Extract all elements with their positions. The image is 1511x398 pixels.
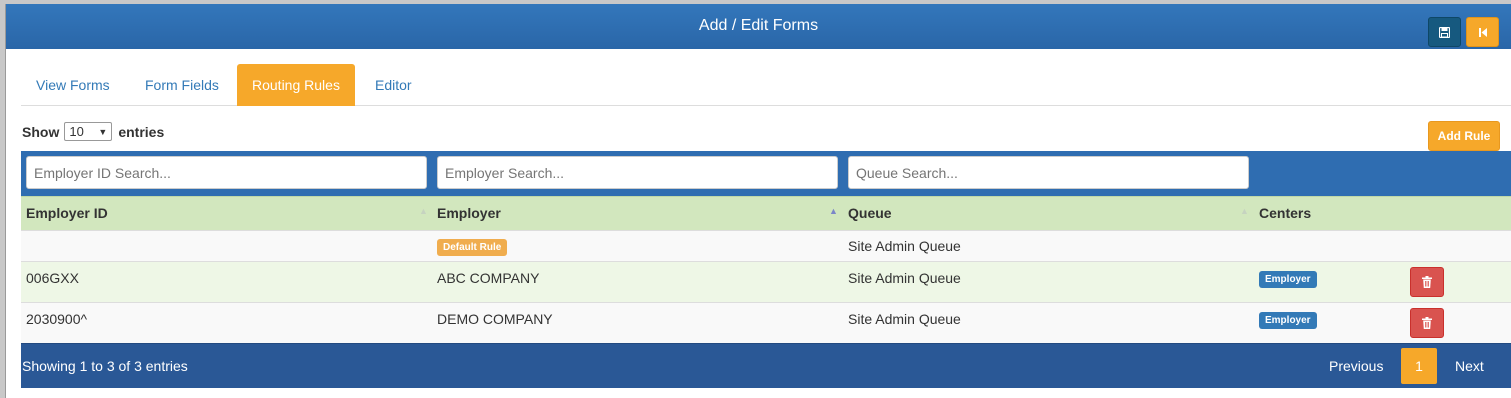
entries-select-value: 10	[69, 124, 84, 139]
queue-search-input[interactable]	[848, 156, 1249, 189]
table-info: Showing 1 to 3 of 3 entries	[22, 358, 188, 374]
delete-rule-button[interactable]	[1410, 308, 1444, 338]
entries-label: entries	[118, 123, 165, 140]
table-footer: Showing 1 to 3 of 3 entries Previous 1 N…	[21, 343, 1511, 388]
default-rule-badge: Default Rule	[437, 239, 508, 256]
panel-header: Add / Edit Forms	[6, 4, 1511, 49]
sort-icon: ▲	[1240, 206, 1249, 216]
employer-search-input[interactable]	[437, 156, 838, 189]
previous-page-link[interactable]: Previous	[1329, 358, 1383, 374]
entries-select[interactable]: 10 ▼	[64, 122, 113, 141]
column-header-employer[interactable]: Employer	[437, 197, 501, 231]
tab-routing-rules[interactable]: Routing Rules	[237, 64, 355, 106]
length-control: Show 10 ▼ entries	[22, 122, 164, 141]
trash-icon	[1422, 317, 1432, 329]
employer-cell: DEMO COMPANY	[437, 311, 553, 327]
tab-view-forms[interactable]: View Forms	[21, 64, 125, 106]
column-header-centers[interactable]: Centers	[1259, 197, 1311, 231]
table-header: Employer ID ▲ Employer ▲ Queue ▲ Centers	[21, 196, 1511, 230]
tab-bar: View Forms Form Fields Routing Rules Edi…	[21, 64, 1511, 106]
sort-icon: ▲	[419, 206, 428, 216]
trash-icon	[1422, 276, 1432, 288]
table-row[interactable]: 2030900^ DEMO COMPANY Site Admin Queue E…	[21, 302, 1511, 343]
column-header-queue[interactable]: Queue	[848, 197, 892, 231]
tab-editor[interactable]: Editor	[360, 64, 427, 106]
delete-rule-button[interactable]	[1410, 267, 1444, 297]
next-page-link[interactable]: Next	[1455, 358, 1484, 374]
center-badge: Employer	[1259, 271, 1317, 288]
table-row[interactable]: Default Rule Site Admin Queue	[21, 230, 1511, 261]
save-icon	[1439, 26, 1450, 38]
employer-id-cell: 006GXX	[26, 270, 79, 286]
sort-asc-icon: ▲	[829, 206, 838, 216]
employer-cell: ABC COMPANY	[437, 270, 540, 286]
queue-cell: Site Admin Queue	[848, 238, 961, 254]
back-button[interactable]	[1466, 17, 1499, 47]
page-title: Add / Edit Forms	[698, 17, 819, 34]
center-badge: Employer	[1259, 312, 1317, 329]
tab-form-fields[interactable]: Form Fields	[130, 64, 234, 106]
show-label: Show	[22, 123, 60, 140]
employer-id-search-input[interactable]	[26, 156, 427, 189]
add-rule-button[interactable]: Add Rule	[1428, 121, 1500, 151]
forms-panel: Add / Edit Forms View Forms Form Fields …	[5, 4, 1511, 398]
table-row[interactable]: 006GXX ABC COMPANY Site Admin Queue Empl…	[21, 261, 1511, 302]
dropdown-arrow-icon: ▼	[98, 126, 108, 137]
queue-cell: Site Admin Queue	[848, 311, 961, 327]
page-1-button[interactable]: 1	[1401, 348, 1437, 384]
column-header-employer-id[interactable]: Employer ID	[26, 197, 108, 231]
step-backward-icon	[1478, 27, 1487, 37]
column-search-bar	[21, 151, 1511, 196]
save-button[interactable]	[1428, 17, 1461, 47]
queue-cell: Site Admin Queue	[848, 270, 961, 286]
employer-id-cell: 2030900^	[26, 311, 88, 327]
